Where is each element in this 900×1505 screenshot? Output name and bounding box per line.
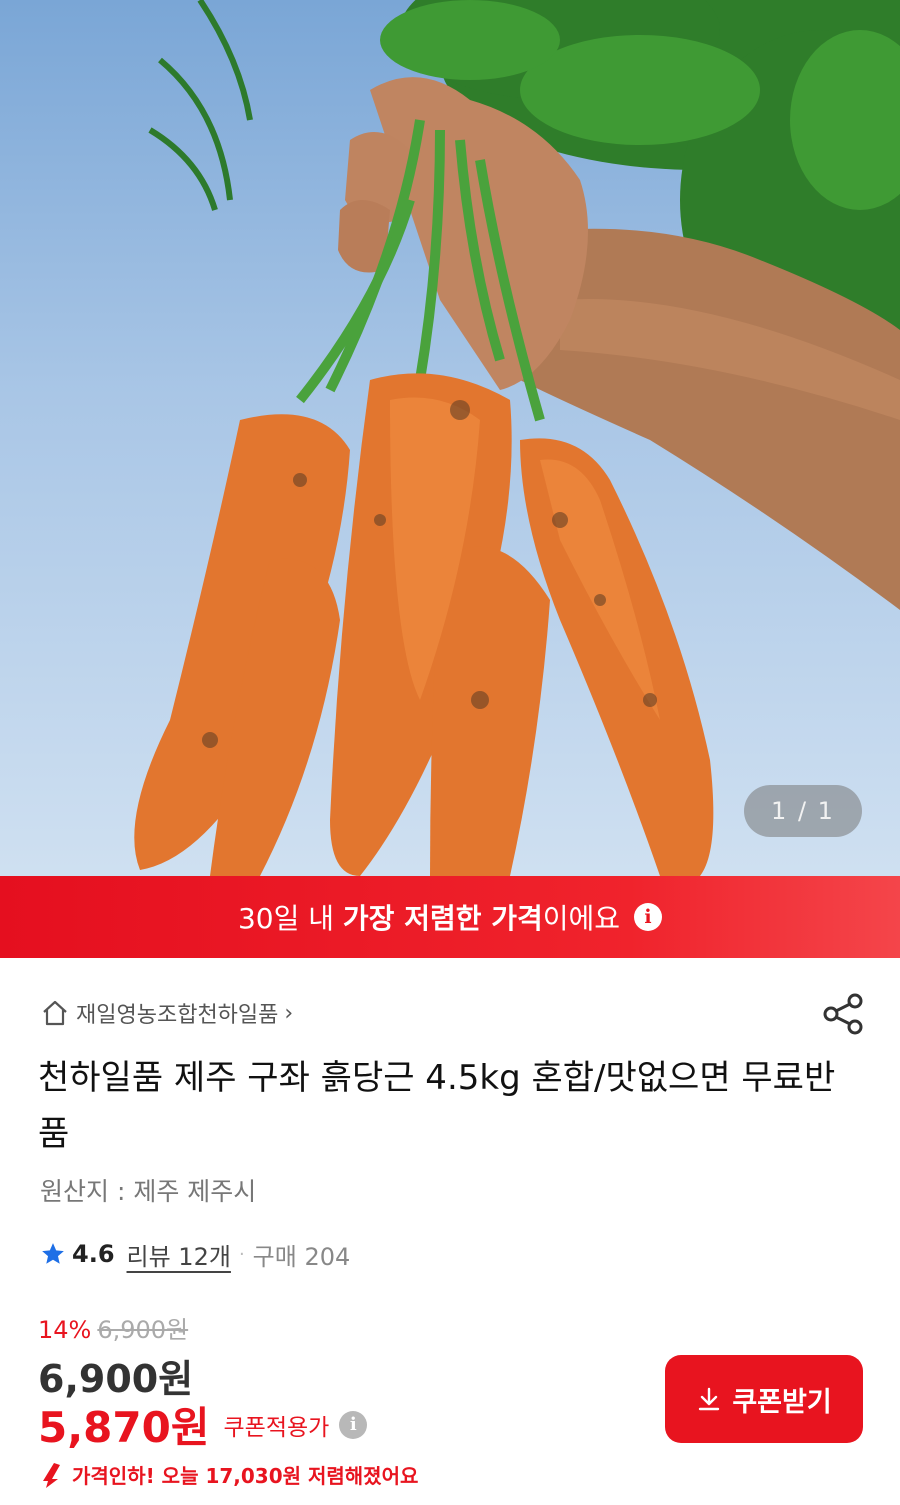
separator-dot: · <box>238 1243 245 1265</box>
original-price: 6,900원 <box>97 1316 189 1344</box>
reviews-link[interactable]: 리뷰 12개 <box>127 1237 231 1272</box>
rating-row: 4.6 리뷰 12개 · 구매 204 <box>40 1236 350 1272</box>
banner-suffix: 이에요 <box>542 902 621 935</box>
store-link[interactable]: 재일영농조합천하일품 › <box>40 993 293 1033</box>
price-drop-text: 가격인하! 오늘 17,030원 저렴해졌어요 <box>72 1464 419 1488</box>
product-title: 천하일품 제주 구좌 흙당근 4.5kg 혼합/맛없으면 무료반품 <box>38 1058 836 1154</box>
product-origin: 원산지 : 제주 제주시 <box>40 1177 257 1206</box>
store-name: 재일영농조합천하일품 <box>76 1003 279 1028</box>
discount-row: 14% 6,900원 <box>38 1310 188 1345</box>
lowest-price-banner: 30일 내 가장 저렴한 가격 이에요 i <box>0 876 900 958</box>
download-icon <box>699 1387 720 1411</box>
home-icon <box>43 1000 67 1026</box>
rating-score: 4.6 <box>72 1240 115 1268</box>
coupon-price-row: 5,870원 쿠폰적용가 i <box>38 1394 368 1455</box>
banner-highlight: 가장 저렴한 가격 <box>342 902 543 935</box>
get-coupon-label: 쿠폰받기 <box>732 1386 832 1418</box>
product-image[interactable]: 1 / 1 <box>0 0 900 876</box>
price-drop-notice: 가격인하! 오늘 17,030원 저렴해졌어요 <box>38 1460 418 1489</box>
banner-prefix: 30일 내 <box>237 902 335 935</box>
coupon-price-label: 쿠폰적용가 <box>223 1414 330 1441</box>
image-counter: 1 / 1 <box>744 785 862 837</box>
get-coupon-button[interactable]: 쿠폰받기 <box>665 1355 863 1443</box>
info-icon[interactable]: i <box>634 903 663 931</box>
chevron-right-icon: › <box>284 1000 294 1026</box>
purchase-count: 구매 204 <box>252 1242 351 1271</box>
carrots-photo <box>134 0 900 876</box>
info-icon[interactable]: i <box>339 1410 368 1439</box>
price-down-arrow-icon <box>43 1462 60 1488</box>
coupon-price: 5,870원 <box>38 1403 210 1452</box>
share-icon[interactable] <box>822 992 864 1036</box>
star-icon <box>42 1243 64 1264</box>
discount-percent: 14% <box>38 1316 92 1344</box>
